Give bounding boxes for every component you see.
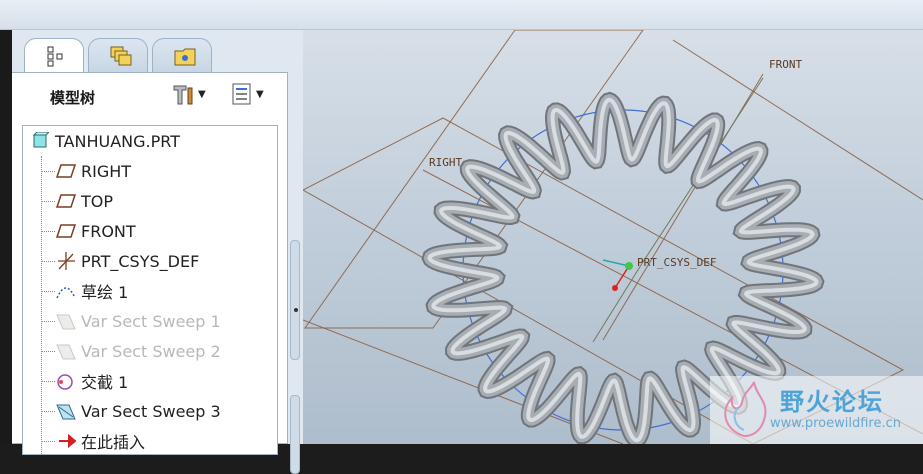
model-tree-body: 模型树 ▼ ▼ TANHUANG.PRT RIGHT TOP FRONT PRT… — [12, 72, 288, 455]
tree-item-csys[interactable]: PRT_CSYS_DEF — [55, 246, 199, 276]
fire-logo-icon — [724, 381, 767, 438]
front-plane-label: FRONT — [769, 58, 803, 71]
tree-item-sketch[interactable]: 草绘 1 — [55, 276, 128, 306]
part-icon — [29, 130, 51, 152]
top-toolbar-area — [0, 0, 923, 30]
tree-item-label: TOP — [81, 191, 114, 211]
tree-item-label: 交截 1 — [81, 373, 129, 392]
model-tree-panel: 模型树 ▼ ▼ TANHUANG.PRT RIGHT TOP FRONT PRT… — [12, 30, 302, 455]
tree-item-insert-here[interactable]: 在此插入 — [55, 426, 146, 454]
model-tree: TANHUANG.PRT RIGHT TOP FRONT PRT_CSYS_DE… — [22, 125, 278, 455]
tree-item-sweep-2[interactable]: Var Sect Sweep 2 — [55, 336, 221, 366]
tree-item-right[interactable]: RIGHT — [55, 156, 131, 186]
tab-layers[interactable] — [88, 38, 148, 72]
folder-browser-icon — [174, 48, 196, 66]
tree-item-top[interactable]: TOP — [55, 186, 113, 216]
tree-item-label: RIGHT — [81, 161, 132, 181]
watermark-name: 野火论坛 — [780, 388, 884, 416]
sweep-icon — [55, 310, 77, 332]
scrollbar-track[interactable] — [290, 395, 300, 474]
datum-plane-icon — [55, 220, 77, 242]
watermark-url: www.proewildfire.cn — [770, 416, 901, 431]
csys-label: PRT_CSYS_DEF — [637, 256, 717, 269]
settings-dropdown-button[interactable]: ▼ — [170, 81, 206, 107]
datum-plane-icon — [55, 160, 77, 182]
tree-item-label: 在此插入 — [81, 433, 146, 452]
tree-item-front[interactable]: FRONT — [55, 216, 136, 246]
tree-item-intersect[interactable]: 交截 1 — [55, 366, 128, 396]
forum-watermark: 野火论坛 www.proewildfire.cn — [710, 376, 923, 444]
tree-item-label: Var Sect Sweep 2 — [81, 341, 221, 361]
csys-icon — [55, 250, 77, 272]
model-tree-icon — [47, 46, 63, 67]
sweep-icon — [55, 400, 77, 422]
intersect-icon — [55, 370, 77, 392]
tree-item-label: PRT_CSYS_DEF — [81, 251, 200, 271]
tab-model-tree[interactable] — [24, 38, 84, 73]
insert-here-icon — [55, 430, 77, 452]
tree-item-label: 草绘 1 — [81, 283, 129, 302]
show-dropdown-button[interactable]: ▼ — [230, 81, 264, 107]
right-plane-label: RIGHT — [429, 156, 463, 169]
sweep-icon — [55, 340, 77, 362]
tree-item-label: Var Sect Sweep 1 — [81, 311, 221, 331]
tree-item-label: TANHUANG.PRT — [55, 131, 180, 151]
tree-root[interactable]: TANHUANG.PRT — [29, 126, 180, 156]
panel-splitter[interactable] — [289, 30, 303, 474]
datum-plane-icon — [55, 190, 77, 212]
scrollbar-track[interactable] — [290, 240, 300, 360]
tree-item-label: Var Sect Sweep 3 — [81, 401, 221, 421]
tools-icon — [173, 85, 193, 105]
tab-folder-browser[interactable] — [152, 38, 212, 72]
tree-item-sweep-1[interactable]: Var Sect Sweep 1 — [55, 306, 221, 336]
window-frame — [0, 30, 12, 444]
sketch-icon — [55, 280, 77, 302]
list-icon — [232, 83, 251, 105]
tree-item-sweep-3[interactable]: Var Sect Sweep 3 — [55, 396, 221, 426]
chevron-down-icon: ▼ — [256, 88, 264, 100]
csys-marker — [602, 259, 633, 291]
tree-item-label: FRONT — [81, 221, 136, 241]
chevron-down-icon: ▼ — [198, 88, 206, 100]
panel-title: 模型树 — [50, 89, 96, 107]
splitter-handle[interactable] — [294, 308, 298, 312]
layers-icon — [110, 46, 132, 66]
